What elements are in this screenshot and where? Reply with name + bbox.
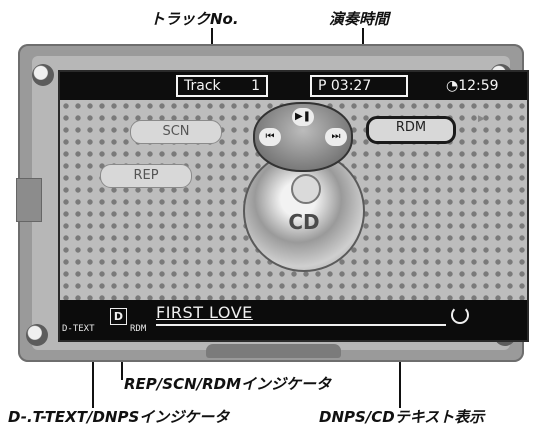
- callout-play-time: 演奏時間: [329, 10, 390, 28]
- scan-button[interactable]: SCN: [130, 120, 222, 144]
- callout-rep-scn-rdm: REP/SCN/RDMインジケータ: [124, 375, 332, 393]
- play-time-display: P 03:27: [310, 75, 408, 97]
- callout-dtext-dnps: D-.T-TEXT/DNPSインジケータ: [8, 408, 230, 426]
- text-badge: D: [110, 308, 127, 325]
- head-unit: Track 1 P 03:27 ◔12:59 SCN REP RDM ▶ CD …: [16, 44, 529, 362]
- clock-time: 12:59: [458, 78, 499, 94]
- track-label: Track: [184, 78, 221, 94]
- repeat-button[interactable]: REP: [100, 164, 192, 188]
- song-title: FIRST LOVE: [156, 303, 253, 322]
- corner-screw-icon: [32, 64, 54, 86]
- left-side-tab: [16, 178, 42, 222]
- disc-slot: [206, 344, 341, 358]
- transport-controls: ▶❚ ⏮ ⏭: [253, 102, 353, 172]
- clock-display: ◔12:59: [446, 75, 516, 97]
- disc-label: CD: [288, 210, 320, 234]
- previous-track-icon[interactable]: ⏮: [259, 128, 281, 146]
- random-button[interactable]: RDM: [366, 116, 456, 144]
- power-icon[interactable]: [451, 306, 469, 324]
- rdm-indicator: RDM: [130, 324, 147, 334]
- title-underline: [156, 324, 446, 326]
- lcd-screen: Track 1 P 03:27 ◔12:59 SCN REP RDM ▶ CD …: [58, 70, 529, 342]
- random-side-mark: ▶: [478, 114, 485, 124]
- text-bar: D FIRST LOVE D-TEXT RDM: [60, 300, 527, 340]
- play-pause-icon[interactable]: ▶❚: [292, 108, 314, 126]
- track-display: Track 1: [176, 75, 268, 97]
- disc-hole: [291, 174, 321, 204]
- corner-screw-icon: [26, 324, 48, 346]
- callout-dnps-cd-text: DNPS/CDテキスト表示: [319, 408, 485, 426]
- status-bar: Track 1 P 03:27 ◔12:59: [60, 72, 527, 100]
- track-number: 1: [251, 78, 260, 94]
- clock-icon: ◔: [446, 78, 459, 94]
- dtext-indicator: D-TEXT: [62, 324, 95, 334]
- next-track-icon[interactable]: ⏭: [325, 128, 347, 146]
- callout-track-no: トラックNo.: [150, 10, 239, 28]
